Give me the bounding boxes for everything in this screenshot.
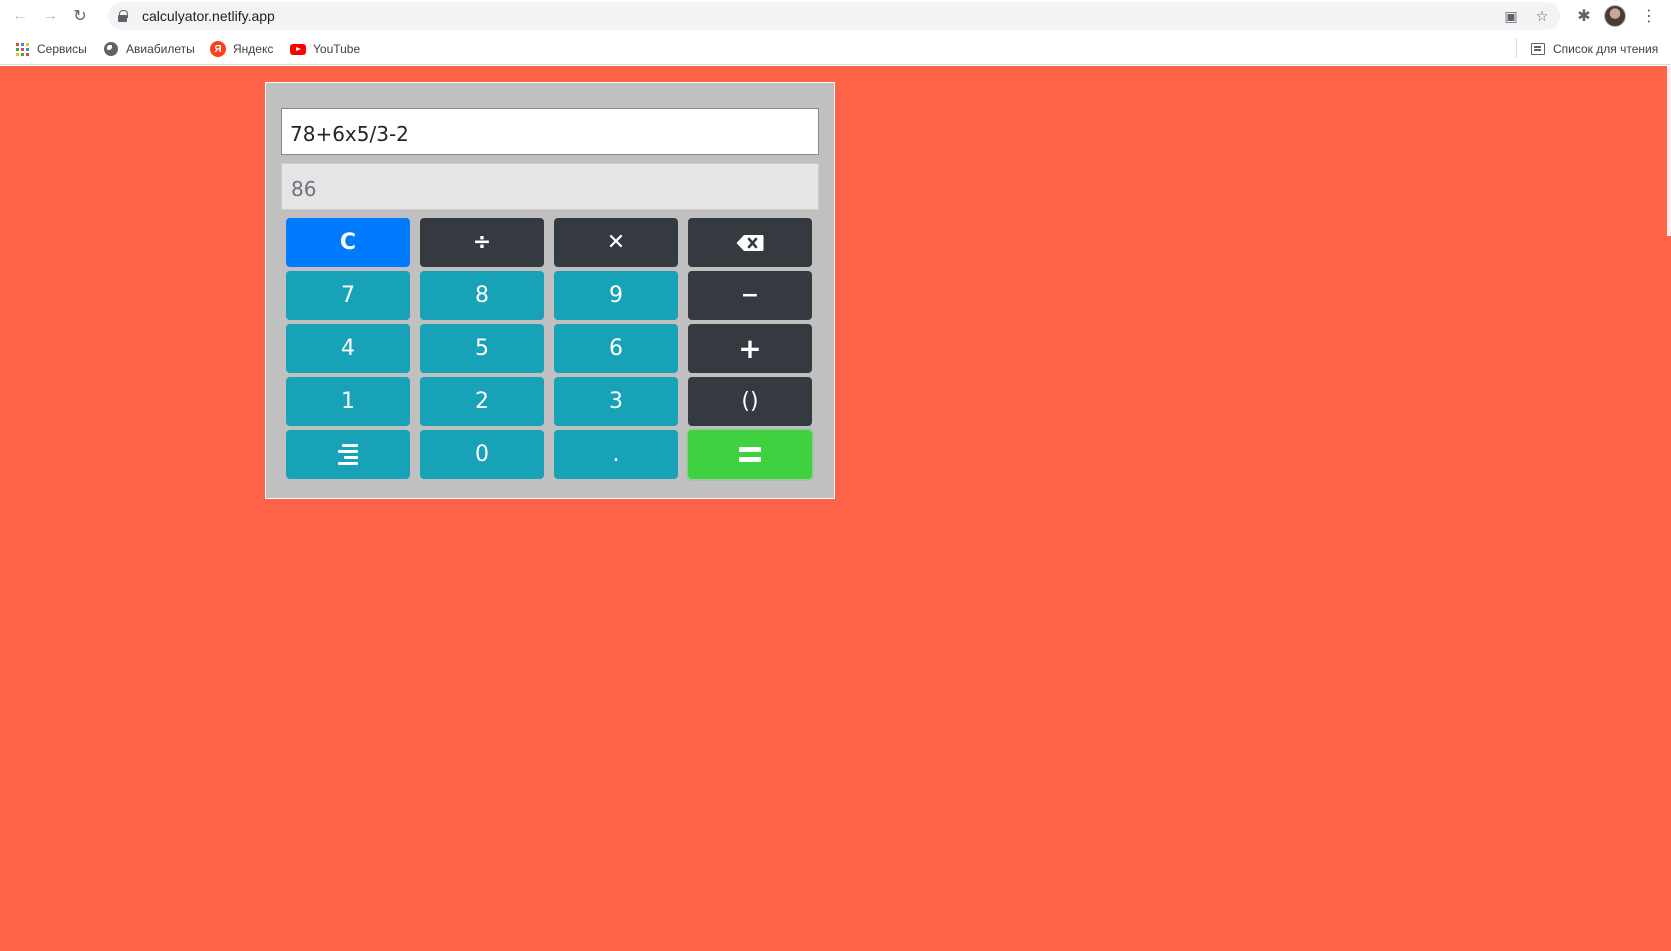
reading-list[interactable]: Список для чтения	[1530, 40, 1658, 58]
align-right-icon	[338, 444, 358, 465]
history-button[interactable]	[286, 430, 410, 479]
multiply-button[interactable]: ✕	[554, 218, 678, 267]
digit-4-button[interactable]: 4	[286, 324, 410, 373]
youtube-icon	[290, 41, 306, 57]
page-background: 78+6x5/3-2 86 C ÷ ✕ 7 8 9 − 4 5 6 + 1 2 …	[0, 66, 1671, 951]
digit-7-button[interactable]: 7	[286, 271, 410, 320]
digit-9-button[interactable]: 9	[554, 271, 678, 320]
apps-icon	[14, 41, 30, 57]
digit-8-button[interactable]: 8	[420, 271, 544, 320]
bookmarks-divider	[1516, 38, 1517, 58]
globe-icon	[103, 41, 119, 57]
browser-toolbar: ← → ↻ calculyator.netlify.app ▣ ☆ ✱ ⋮	[0, 0, 1671, 32]
decimal-point-button[interactable]: .	[554, 430, 678, 479]
back-arrow-icon[interactable]: ←	[8, 4, 32, 28]
bookmark-label: Сервисы	[37, 42, 87, 56]
bookmark-label: Авиабилеты	[126, 42, 195, 56]
plus-button[interactable]: +	[688, 324, 812, 373]
equals-button[interactable]	[688, 430, 812, 479]
forward-arrow-icon[interactable]: →	[38, 4, 62, 28]
url-text: calculyator.netlify.app	[142, 8, 275, 24]
equals-icon	[739, 447, 761, 462]
digit-2-button[interactable]: 2	[420, 377, 544, 426]
bookmark-avia[interactable]: Авиабилеты	[103, 40, 195, 58]
bookmark-label: Яндекс	[233, 42, 274, 56]
bookmarks-bar: Сервисы Авиабилеты Я Яндекс YouTube Спис…	[0, 32, 1671, 65]
profile-avatar[interactable]	[1604, 5, 1626, 27]
divide-button[interactable]: ÷	[420, 218, 544, 267]
digit-3-button[interactable]: 3	[554, 377, 678, 426]
expression-input[interactable]: 78+6x5/3-2	[281, 108, 819, 155]
reading-list-label: Список для чтения	[1553, 42, 1659, 56]
parentheses-button[interactable]: ()	[688, 377, 812, 426]
translate-icon[interactable]: ▣	[1501, 6, 1521, 26]
lock-icon	[118, 10, 128, 22]
backspace-button[interactable]	[688, 218, 812, 267]
reload-icon[interactable]: ↻	[68, 4, 92, 28]
result-display: 86	[281, 163, 819, 210]
bookmark-label: YouTube	[313, 42, 361, 56]
digit-5-button[interactable]: 5	[420, 324, 544, 373]
extensions-icon[interactable]: ✱	[1572, 4, 1596, 28]
digit-1-button[interactable]: 1	[286, 377, 410, 426]
backspace-icon	[736, 234, 764, 252]
reading-list-icon	[1530, 41, 1546, 57]
bookmark-yandex[interactable]: Я Яндекс	[210, 40, 273, 58]
address-bar[interactable]: calculyator.netlify.app ▣ ☆	[108, 2, 1560, 30]
minus-button[interactable]: −	[688, 271, 812, 320]
keypad: C ÷ ✕ 7 8 9 − 4 5 6 + 1 2 3 () 0 .	[286, 218, 812, 479]
bookmark-youtube[interactable]: YouTube	[290, 40, 360, 58]
bookmark-services[interactable]: Сервисы	[14, 40, 87, 58]
digit-0-button[interactable]: 0	[420, 430, 544, 479]
calculator: 78+6x5/3-2 86 C ÷ ✕ 7 8 9 − 4 5 6 + 1 2 …	[265, 82, 835, 499]
yandex-icon: Я	[210, 41, 226, 57]
star-icon[interactable]: ☆	[1532, 6, 1552, 26]
digit-6-button[interactable]: 6	[554, 324, 678, 373]
scrollbar[interactable]	[1667, 66, 1671, 236]
clear-button[interactable]: C	[286, 218, 410, 267]
menu-dots-icon[interactable]: ⋮	[1637, 4, 1661, 28]
